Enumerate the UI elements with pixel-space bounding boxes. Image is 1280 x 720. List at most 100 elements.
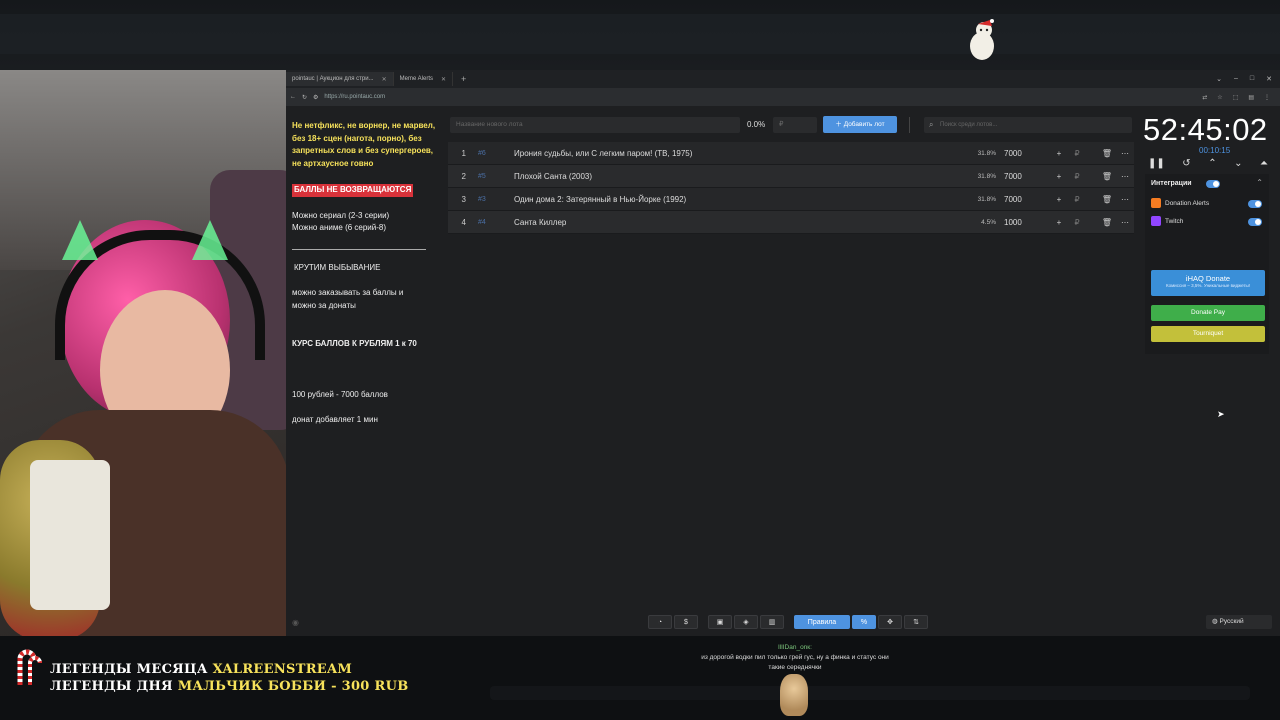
santa-cat-sticker xyxy=(970,19,994,60)
lot-id: #4 xyxy=(478,218,486,226)
legend-month-value: XALREENSTREAM xyxy=(212,662,353,677)
lot-index: 4 xyxy=(461,217,466,227)
delete-icon[interactable]: 🗑 xyxy=(1098,218,1116,227)
cat-ear-left xyxy=(62,220,98,260)
sort-icon[interactable]: ⇅ xyxy=(904,615,928,629)
donation-alerts-toggle[interactable] xyxy=(1248,200,1262,208)
save-icon[interactable]: ▣ xyxy=(708,615,732,629)
rules-button[interactable]: Правила xyxy=(794,615,850,629)
integration-twitch: Twitch xyxy=(1151,216,1183,226)
new-tab-icon[interactable]: + xyxy=(461,74,466,84)
add-amount-icon[interactable]: + xyxy=(1050,195,1068,204)
ruble-icon[interactable]: ₽ xyxy=(1068,218,1086,227)
lot-index: 2 xyxy=(461,171,466,181)
lot-id: #3 xyxy=(478,195,486,203)
eye-icon[interactable]: ◉ xyxy=(292,618,299,627)
lot-index: 1 xyxy=(461,148,466,158)
chevron-up-icon[interactable]: ⌃ xyxy=(1208,158,1216,169)
delete-icon[interactable]: 🗑 xyxy=(1098,195,1116,204)
chat-message-popup: IllIDan_onк: из дорогой водки пил только… xyxy=(700,644,890,672)
lot-amount[interactable]: 7000 xyxy=(996,172,1050,181)
move-icon[interactable]: ✥ xyxy=(878,615,902,629)
integration-label: Twitch xyxy=(1165,217,1184,225)
extensions-icon[interactable]: ⬚ xyxy=(1233,94,1239,101)
ruble-icon[interactable]: ₽ xyxy=(1068,195,1086,204)
blurred-taskbar xyxy=(490,686,1250,700)
address-bar: ← ↻ ⚙ https://ru.pointauc.com ⇄ ☆ ⬚ ▤ ⋮ xyxy=(286,88,1280,107)
integration-label: Donation Alerts xyxy=(1165,199,1210,207)
stream-top-bar xyxy=(0,0,1280,70)
ruble-icon[interactable]: ₽ xyxy=(1068,172,1086,181)
language-label: Русский xyxy=(1219,618,1244,625)
maximize-icon[interactable]: □ xyxy=(1250,75,1254,83)
lot-list: 1 #6 Ирония судьбы, или С легким паром! … xyxy=(448,142,1134,234)
lot-search-input[interactable]: ⌕ Поиск среди лотов... xyxy=(924,117,1132,133)
minimize-icon[interactable]: – xyxy=(1234,75,1238,83)
stream-footer xyxy=(0,636,1280,720)
rule-order-donations: можно за донаты xyxy=(292,300,356,310)
reset-icon[interactable]: ↺ xyxy=(1182,158,1190,169)
more-icon[interactable]: ⋯ xyxy=(1116,195,1134,204)
more-icon[interactable]: ⋯ xyxy=(1116,172,1134,181)
lot-amount[interactable]: 7000 xyxy=(996,195,1050,204)
back-icon[interactable]: ← xyxy=(290,94,296,100)
tab-meme-alerts[interactable]: Meme Alerts ✕ xyxy=(394,72,454,86)
rule-rate: КУРС БАЛЛОВ К РУБЛЯМ 1 к 70 xyxy=(292,339,417,348)
lot-name[interactable]: Плохой Санта (2003) xyxy=(514,172,966,181)
pause-icon[interactable]: ❚❚ xyxy=(1148,158,1165,169)
rule-order-points: можно заказывать за баллы и xyxy=(292,288,404,297)
lot-id: #5 xyxy=(478,172,486,180)
more-icon[interactable]: ⋯ xyxy=(1116,218,1134,227)
chat-text: из дорогой водки пил только грей гус, ну… xyxy=(701,654,889,671)
lot-amount[interactable]: 1000 xyxy=(996,218,1050,227)
percent-icon[interactable]: % xyxy=(852,615,876,629)
plus-icon: ＋ xyxy=(835,121,844,128)
url-field[interactable]: https://ru.pointauc.com xyxy=(324,94,385,100)
github-icon[interactable]: ◔ xyxy=(648,615,672,629)
add-lot-button[interactable]: ＋ Добавить лот xyxy=(823,116,897,133)
close-window-icon[interactable]: ✕ xyxy=(1266,75,1272,83)
close-icon[interactable]: ✕ xyxy=(382,76,387,83)
dollar-icon[interactable]: $ xyxy=(674,615,698,629)
tab-pointauc[interactable]: pointauc | Аукцион для стри... ✕ xyxy=(286,72,394,86)
trash-icon[interactable]: ▥ xyxy=(760,615,784,629)
amount-input[interactable]: ₽ xyxy=(773,117,817,133)
tourniquet-button[interactable]: Tourniquet xyxy=(1151,326,1265,342)
new-lot-percent: 0.0% xyxy=(747,120,766,129)
donate-pay-button[interactable]: Donate Pay xyxy=(1151,305,1265,321)
lot-name[interactable]: Санта Киллер xyxy=(514,218,966,227)
mouse-cursor-icon: ➤ xyxy=(1217,409,1225,419)
integrations-toggle[interactable] xyxy=(1206,180,1220,188)
chevron-up-icon[interactable]: ⌃ xyxy=(1256,178,1263,187)
lot-name[interactable]: Ирония судьбы, или С легким паром! (ТВ, … xyxy=(514,149,966,158)
reload-icon[interactable]: ↻ xyxy=(302,94,307,101)
add-amount-icon[interactable]: + xyxy=(1050,218,1068,227)
delete-icon[interactable]: 🗑 xyxy=(1098,149,1116,158)
more-icon[interactable]: ⋯ xyxy=(1116,149,1134,158)
chevron-down-icon[interactable]: ⌄ xyxy=(1234,158,1242,169)
lot-percent: 4.5% xyxy=(981,218,996,226)
ihaq-donate-button[interactable]: iHAQ Donate Комиссия – 3,5%. Уникальные … xyxy=(1151,270,1265,296)
close-icon[interactable]: ✕ xyxy=(441,76,446,83)
legend-month-label: ЛЕГЕНДЫ МЕСЯЦА xyxy=(50,662,208,677)
add-lot-label: Добавить лот xyxy=(843,121,885,128)
add-amount-icon[interactable]: + xyxy=(1050,172,1068,181)
lot-row: 4 #4 Санта Киллер 4.5% 1000 + ₽ 🗑 ⋯ xyxy=(448,211,1134,234)
language-select[interactable]: ◍ Русский xyxy=(1206,615,1272,629)
chevron-down-icon[interactable]: ⌄ xyxy=(1216,75,1222,83)
sidebar-icon[interactable]: ▤ xyxy=(1248,94,1254,101)
collapse-icon[interactable]: ⏶ xyxy=(1260,158,1268,169)
lot-amount[interactable]: 7000 xyxy=(996,149,1050,158)
drop-icon[interactable]: ◈ xyxy=(734,615,758,629)
site-info-icon[interactable]: ⚙ xyxy=(313,94,318,101)
new-lot-input[interactable]: Название нового лота xyxy=(450,117,740,133)
delete-icon[interactable]: 🗑 xyxy=(1098,172,1116,181)
twitch-toggle[interactable] xyxy=(1248,218,1262,226)
ruble-icon[interactable]: ₽ xyxy=(1068,149,1086,158)
bookmark-icon[interactable]: ☆ xyxy=(1217,94,1222,101)
translate-icon[interactable]: ⇄ xyxy=(1202,94,1207,101)
menu-icon[interactable]: ⋮ xyxy=(1264,94,1270,101)
search-placeholder: Поиск среди лотов... xyxy=(940,122,998,128)
add-amount-icon[interactable]: + xyxy=(1050,149,1068,158)
lot-name[interactable]: Один дома 2: Затерянный в Нью-Йорке (199… xyxy=(514,195,966,204)
